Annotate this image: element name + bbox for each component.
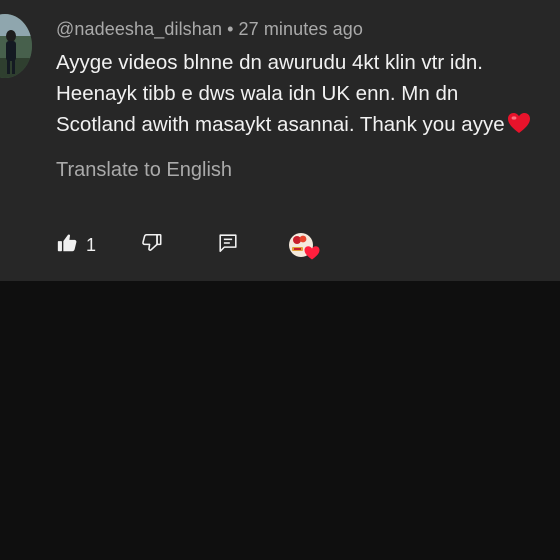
comment-meta: @nadeesha_dilshan • 27 minutes ago — [56, 19, 363, 40]
red-heart-emoji-icon — [507, 112, 531, 143]
comment-actions: 1 — [0, 229, 560, 261]
reply-button[interactable] — [217, 229, 239, 261]
dislike-button[interactable] — [141, 229, 163, 261]
reply-comment-icon — [217, 232, 239, 259]
comment-line-last: Scotland awith masaykt asannai. Thank yo… — [56, 109, 556, 140]
creator-heart-icon — [289, 233, 320, 260]
comment-line: Heenayk tibb e dws wala idn UK enn. Mn d… — [56, 82, 459, 105]
author-avatar[interactable] — [0, 14, 32, 78]
like-button[interactable]: 1 — [56, 229, 96, 261]
empty-background — [0, 281, 560, 560]
comment-line: Ayyge videos blnne dn awurudu 4kt klin v… — [56, 51, 483, 74]
meta-separator: • — [227, 19, 234, 39]
comment-card: @nadeesha_dilshan • 27 minutes ago Ayyge v… — [0, 0, 560, 281]
thumbs-up-icon — [56, 232, 78, 259]
comment-body: Ayyge videos blnne dn awurudu 4kt klin v… — [56, 47, 556, 140]
translate-link[interactable]: Translate to English — [56, 159, 232, 182]
thumbs-down-icon — [141, 232, 163, 259]
comment-line-text: Scotland awith masaykt asannai. Thank yo… — [56, 113, 505, 136]
comment-timestamp[interactable]: 27 minutes ago — [239, 19, 363, 39]
creator-heart-badge[interactable] — [287, 231, 321, 261]
avatar-image — [0, 14, 32, 78]
like-count: 1 — [86, 234, 97, 255]
author-handle[interactable]: @nadeesha_dilshan — [56, 19, 222, 39]
